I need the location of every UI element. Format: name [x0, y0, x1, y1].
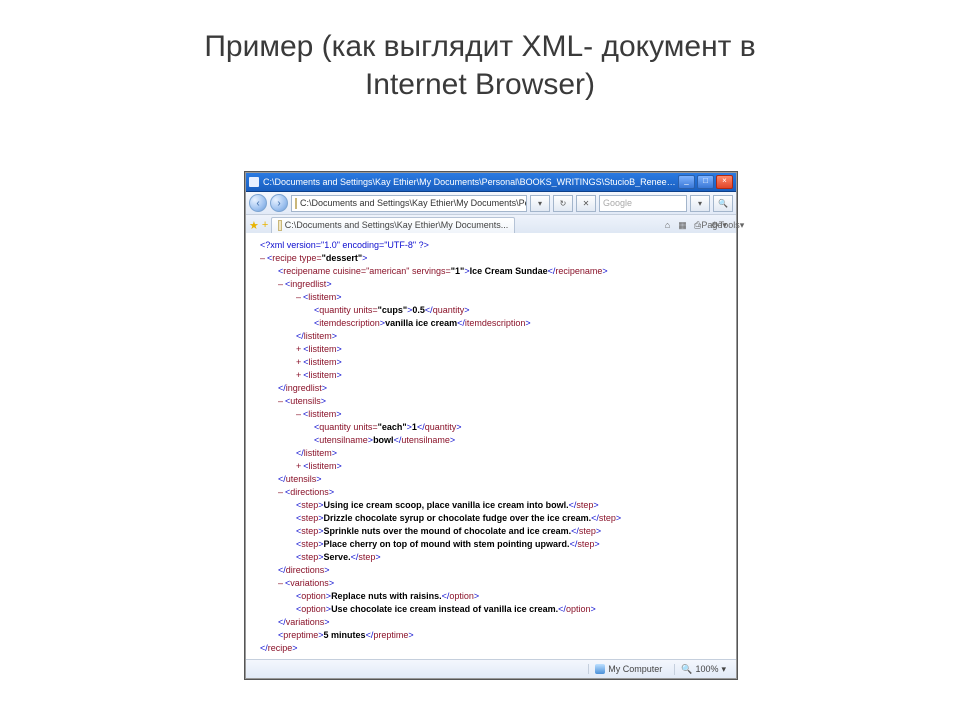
toggle-icon[interactable]: +: [296, 344, 301, 354]
security-zone: My Computer: [588, 664, 668, 674]
window-titlebar[interactable]: C:\Documents and Settings\Kay Ethier\My …: [246, 173, 736, 192]
zoom-control[interactable]: 🔍 100% ▾: [674, 664, 732, 675]
close-button[interactable]: ×: [716, 175, 733, 189]
app-icon: [249, 177, 259, 187]
browser-window: C:\Documents and Settings\Kay Ethier\My …: [245, 172, 737, 679]
toggle-icon[interactable]: +: [296, 357, 301, 367]
forward-icon: ›: [277, 198, 280, 209]
feeds-icon[interactable]: ▦: [677, 220, 688, 231]
address-text: C:\Documents and Settings\Kay Ethier\My …: [300, 198, 527, 208]
slide: Пример (как выглядит XML- документ в Int…: [0, 0, 960, 720]
tab-page-icon: [278, 220, 281, 231]
toggle-icon[interactable]: +: [296, 461, 301, 471]
home-icon[interactable]: ⌂: [662, 220, 673, 231]
toggle-icon[interactable]: –: [296, 292, 301, 302]
toggle-icon[interactable]: –: [260, 253, 265, 263]
nav-toolbar: ‹ › C:\Documents and Settings\Kay Ethier…: [246, 192, 736, 215]
search-placeholder: Google: [603, 198, 632, 208]
page-icon: [295, 198, 297, 209]
status-bar: My Computer 🔍 100% ▾: [246, 659, 736, 678]
xml-declaration: <?xml version="1.0" encoding="UTF-8" ?>: [260, 240, 429, 250]
toggle-icon[interactable]: +: [296, 370, 301, 380]
toggle-icon[interactable]: –: [278, 487, 283, 497]
slide-title: Пример (как выглядит XML- документ в Int…: [0, 0, 960, 103]
toggle-icon[interactable]: –: [278, 396, 283, 406]
tools-menu[interactable]: ⚙Tools▾: [722, 220, 733, 231]
title-line-1: Пример (как выглядит XML- документ в: [204, 30, 755, 63]
search-box[interactable]: Google: [599, 195, 687, 212]
toggle-icon[interactable]: –: [278, 578, 283, 588]
command-bar: ⌂ ▦ ⎙ ▫Page▾ ⚙Tools▾: [662, 220, 733, 231]
address-dropdown[interactable]: ▾: [530, 195, 550, 212]
refresh-button[interactable]: ↻: [553, 195, 573, 212]
zone-icon: [595, 664, 605, 674]
refresh-icon: ↻: [560, 199, 567, 208]
xml-content-pane[interactable]: <?xml version="1.0" encoding="UTF-8" ?> …: [246, 233, 736, 660]
zoom-dropdown-icon: ▾: [721, 664, 726, 675]
window-title: C:\Documents and Settings\Kay Ethier\My …: [263, 177, 678, 187]
maximize-button[interactable]: □: [697, 175, 714, 189]
zoom-value: 100%: [695, 664, 718, 674]
favorites-star-icon[interactable]: ★: [249, 219, 259, 232]
minimize-button[interactable]: _: [678, 175, 695, 189]
back-icon: ‹: [256, 198, 259, 209]
search-dropdown[interactable]: ▾: [690, 195, 710, 212]
search-icon: 🔍: [718, 199, 728, 208]
active-tab[interactable]: C:\Documents and Settings\Kay Ethier\My …: [271, 217, 515, 234]
search-go-button[interactable]: 🔍: [713, 195, 733, 212]
stop-button[interactable]: ✕: [576, 195, 596, 212]
add-favorite-icon[interactable]: +: [262, 219, 268, 231]
toggle-icon[interactable]: –: [278, 279, 283, 289]
stop-icon: ✕: [583, 199, 590, 208]
zoom-icon: 🔍: [681, 664, 692, 675]
title-line-2: Internet Browser): [365, 68, 595, 101]
window-controls: _ □ ×: [678, 175, 733, 189]
forward-button[interactable]: ›: [270, 194, 288, 212]
tab-label: C:\Documents and Settings\Kay Ethier\My …: [285, 220, 509, 230]
address-bar[interactable]: C:\Documents and Settings\Kay Ethier\My …: [291, 195, 527, 212]
toggle-icon[interactable]: –: [296, 409, 301, 419]
zone-label: My Computer: [608, 664, 662, 674]
back-button[interactable]: ‹: [249, 194, 267, 212]
